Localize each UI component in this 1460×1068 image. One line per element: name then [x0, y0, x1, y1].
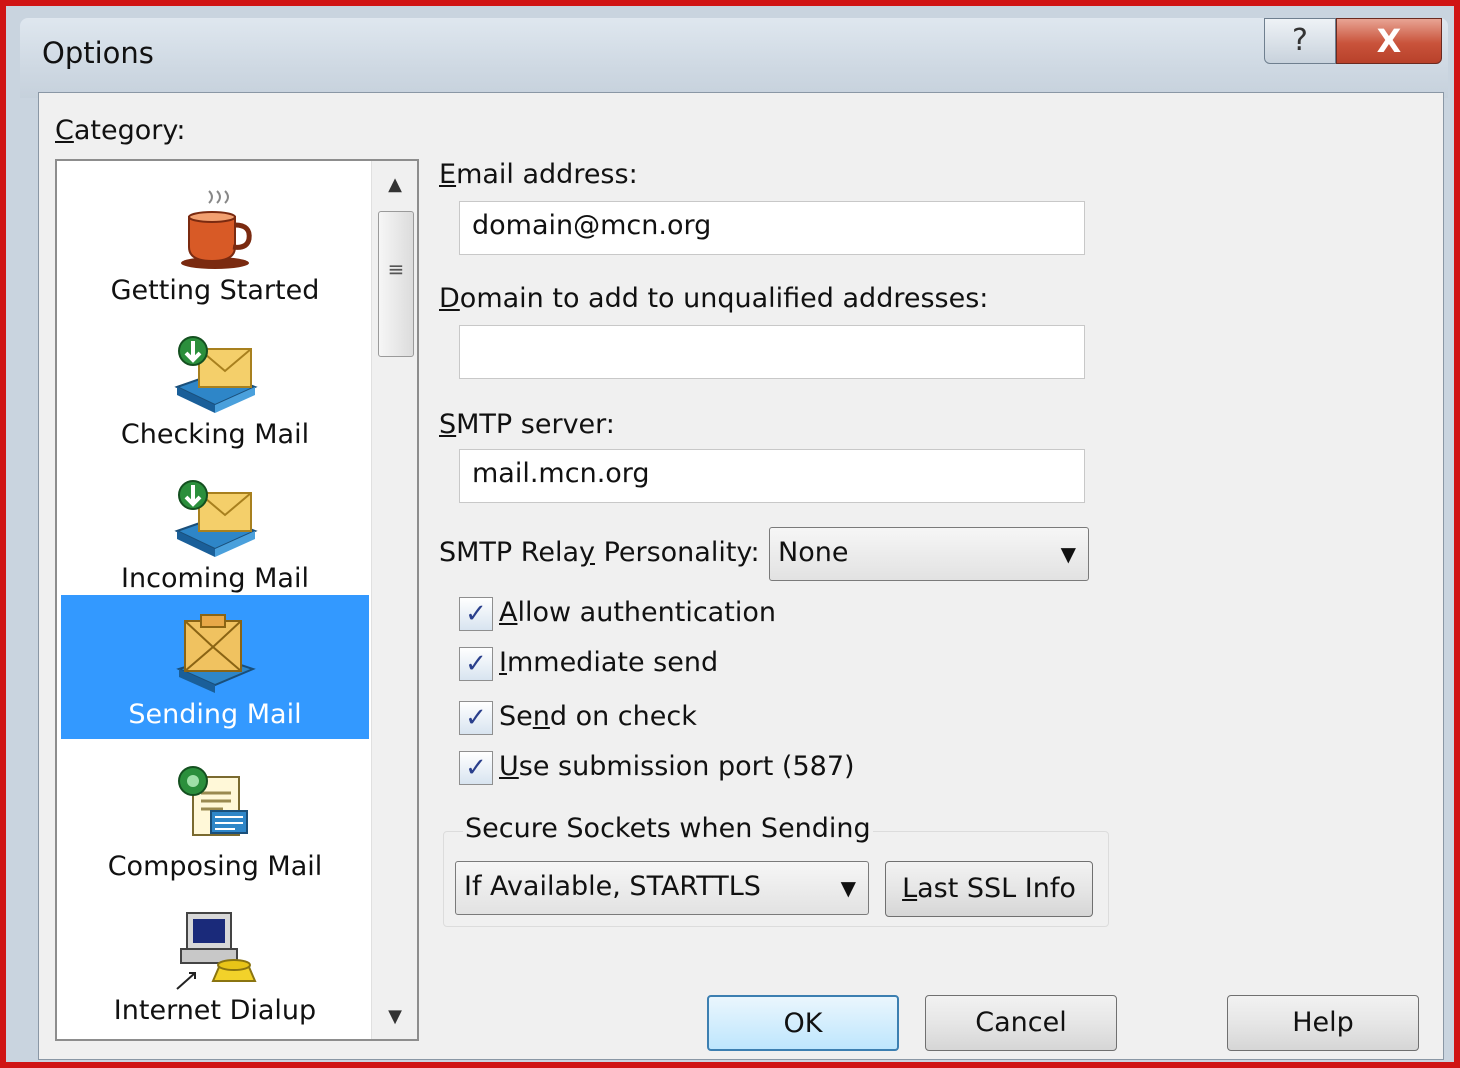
email-address-field[interactable]: domain@mcn.org: [459, 201, 1085, 255]
smtp-server-label: SMTP server:: [439, 409, 615, 440]
relay-personality-label: SMTP Relay Personality:: [439, 537, 760, 568]
coffee-cup-icon: [181, 190, 252, 269]
send-on-check-checkbox[interactable]: ✓: [459, 701, 493, 735]
category-list[interactable]: Getting Started Checking Mail Incoming M…: [55, 159, 419, 1041]
scroll-thumb[interactable]: ≡: [378, 211, 414, 357]
category-item-getting-started[interactable]: Getting Started: [61, 171, 369, 315]
composing-mail-icon: [178, 766, 248, 836]
secure-sockets-value: If Available, STARTTLS: [464, 871, 761, 902]
domain-label: Domain to add to unqualified addresses:: [439, 283, 989, 314]
scroll-up-arrow-icon[interactable]: ▲: [372, 167, 418, 203]
category-label: Category:: [55, 115, 186, 146]
immediate-send-checkbox[interactable]: ✓: [459, 647, 493, 681]
immediate-send-label: Immediate send: [499, 647, 719, 678]
scroll-down-arrow-icon[interactable]: ▼: [372, 999, 418, 1035]
use-submission-port-checkbox[interactable]: ✓: [459, 751, 493, 785]
category-item-label: Incoming Mail: [121, 563, 309, 594]
smtp-server-field[interactable]: mail.mcn.org: [459, 449, 1085, 503]
category-item-label: Internet Dialup: [113, 995, 317, 1026]
domain-field[interactable]: [459, 325, 1085, 379]
chevron-down-icon: ▼: [840, 876, 856, 900]
screenshot-frame: Options ? X Category: Getting Started Ch…: [0, 0, 1460, 1068]
dialog-client-area: Category: Getting Started Checking Mail …: [38, 92, 1444, 1060]
allow-authentication-label: Allow authentication: [499, 597, 776, 628]
category-item-label: Getting Started: [110, 275, 320, 306]
relay-personality-dropdown[interactable]: None ▼: [769, 527, 1089, 581]
category-scrollbar[interactable]: ▲ ≡ ▼: [371, 161, 417, 1039]
scroll-grip-icon: ≡: [387, 257, 405, 281]
category-item-composing-mail[interactable]: Composing Mail: [61, 747, 369, 891]
sending-mail-icon: [176, 614, 256, 693]
category-item-incoming-mail[interactable]: Incoming Mail: [61, 459, 369, 603]
category-item-checking-mail[interactable]: Checking Mail: [61, 315, 369, 459]
chevron-down-icon: ▼: [1060, 542, 1076, 566]
send-on-check-label: Send on check: [499, 701, 697, 732]
last-ssl-info-button[interactable]: Last SSL Info: [885, 861, 1093, 917]
email-address-label: Email address:: [439, 159, 638, 190]
help-button[interactable]: Help: [1227, 995, 1419, 1051]
category-item-internet-dialup[interactable]: Internet Dialup: [61, 891, 369, 1035]
allow-authentication-checkbox[interactable]: ✓: [459, 597, 493, 631]
cancel-button[interactable]: Cancel: [925, 995, 1117, 1051]
ok-button[interactable]: OK: [707, 995, 899, 1051]
secure-sockets-group-label: Secure Sockets when Sending: [463, 813, 873, 844]
relay-personality-value: None: [778, 537, 849, 568]
category-item-sending-mail[interactable]: Sending Mail: [61, 595, 369, 739]
checking-mail-icon: [174, 336, 258, 413]
dialup-computer-icon: [176, 912, 257, 990]
title-bar: Options ? X: [20, 18, 1448, 98]
secure-sockets-dropdown[interactable]: If Available, STARTTLS ▼: [455, 861, 869, 915]
titlebar-help-button[interactable]: ?: [1264, 18, 1336, 64]
close-button[interactable]: X: [1336, 18, 1442, 64]
incoming-mail-icon: [174, 480, 258, 557]
window-title: Options: [42, 36, 154, 70]
use-submission-port-label: Use submission port (587): [499, 751, 855, 782]
category-item-label: Checking Mail: [120, 419, 310, 450]
category-item-label: Sending Mail: [128, 699, 302, 730]
category-item-label: Composing Mail: [107, 851, 323, 882]
